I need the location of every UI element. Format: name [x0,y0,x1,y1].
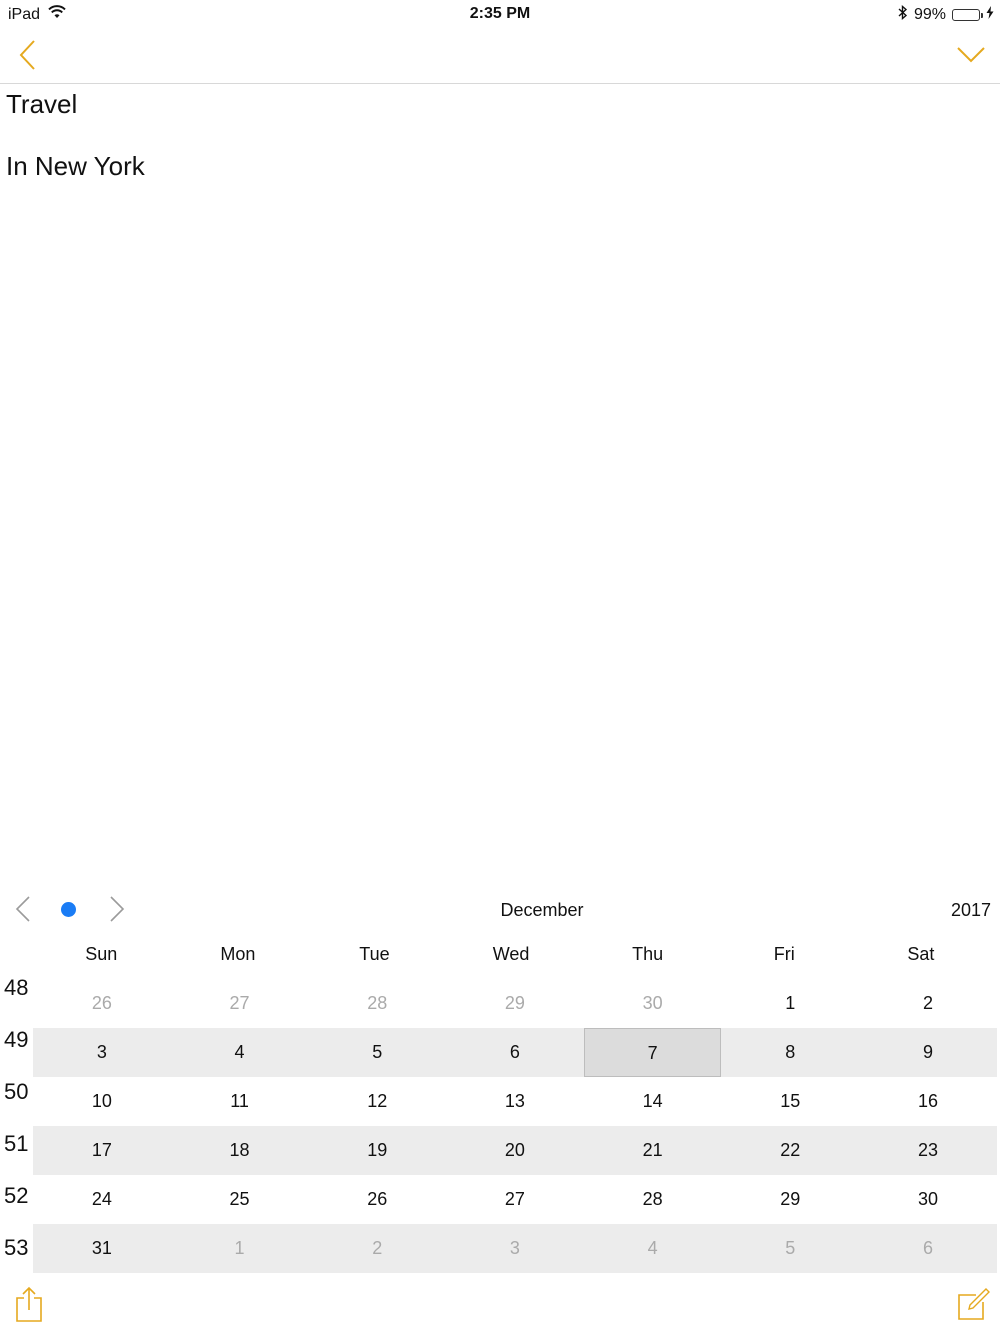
weekday-label: Fri [773,944,795,964]
day-cell[interactable]: 22 [721,1126,859,1175]
day-cell[interactable]: 19 [308,1126,446,1175]
day-cell[interactable]: 6 [859,1224,997,1273]
selected-day-cell[interactable]: 7 [583,1028,722,1077]
day-cell[interactable]: 30 [584,979,722,1028]
day-cell[interactable]: 3 [33,1028,171,1077]
calendar-week-row: 24 25 26 27 28 29 30 [33,1175,997,1224]
back-button[interactable] [14,38,44,72]
day-cell[interactable]: 12 [308,1077,446,1126]
week-number: 51 [4,1131,29,1156]
week-number: 48 [4,975,29,1000]
day-cell[interactable]: 8 [721,1028,859,1077]
battery-percent: 99% [913,6,946,23]
chevron-right-icon [110,896,125,922]
share-button[interactable] [14,1286,44,1324]
day-cell[interactable]: 11 [171,1077,309,1126]
day-cell[interactable]: 30 [859,1175,997,1224]
day-cell[interactable]: 28 [308,979,446,1028]
week-number: 50 [4,1079,29,1104]
day-cell[interactable]: 3 [446,1224,584,1273]
calendar-year: 2017 [950,900,991,920]
dismiss-keyboard-button[interactable] [956,42,986,68]
week-number: 52 [4,1183,29,1208]
day-cell[interactable]: 29 [721,1175,859,1224]
day-cell[interactable]: 4 [584,1224,722,1273]
day-cell[interactable]: 5 [308,1028,446,1077]
calendar-week-row: 10 11 12 13 14 15 16 [33,1077,997,1126]
status-right: 99% [898,4,994,25]
weekday-label: Sun [85,944,118,964]
day-cell[interactable]: 26 [33,979,171,1028]
week-number: 53 [4,1235,29,1260]
charging-icon [986,6,994,24]
day-cell[interactable]: 1 [721,979,859,1028]
weekday-label: Thu [632,944,664,964]
day-cell[interactable]: 26 [308,1175,446,1224]
weekday-label: Wed [492,944,530,964]
status-time: 2:35 PM [469,5,531,22]
status-bar: iPad 2:35 PM 99% [0,0,1000,28]
day-cell[interactable]: 20 [446,1126,584,1175]
previous-month-button[interactable] [12,895,36,923]
day-cell[interactable]: 2 [859,979,997,1028]
battery-icon [952,9,983,21]
compose-button[interactable] [956,1288,990,1322]
weekday-header: Sun Mon Tue Wed Thu Fri Sat [33,944,997,968]
bluetooth-icon [898,4,908,25]
battery-cap [981,13,983,18]
day-cell[interactable]: 16 [859,1077,997,1126]
day-cell[interactable]: 1 [171,1224,309,1273]
chevron-left-icon [19,40,35,70]
day-cell[interactable]: 15 [721,1077,859,1126]
day-cell[interactable]: 6 [446,1028,584,1077]
day-cell[interactable]: 27 [446,1175,584,1224]
calendar-week-row: 26 27 28 29 30 1 2 [33,979,997,1028]
calendar-grid: 26 27 28 29 30 1 2 3 4 5 6 7 8 9 10 11 12 13 14 15 16 17 18 19 2… [33,979,997,1273]
nav-bar [0,28,1000,84]
note-body[interactable]: In New York [6,151,145,182]
calendar-month: December [500,900,584,920]
day-cell[interactable]: 18 [171,1126,309,1175]
share-icon [16,1286,42,1322]
day-cell[interactable]: 28 [584,1175,722,1224]
chevron-left-icon [15,896,30,922]
compose-icon [958,1288,990,1320]
day-cell[interactable]: 25 [171,1175,309,1224]
page: iPad 2:35 PM 99% Travel In New York Dece… [0,0,1000,1334]
weekday-label: Mon [220,944,256,964]
day-cell[interactable]: 17 [33,1126,171,1175]
weekday-label: Sat [907,944,935,964]
today-button[interactable] [61,902,76,917]
day-cell[interactable]: 21 [584,1126,722,1175]
day-cell[interactable]: 13 [446,1077,584,1126]
note-title[interactable]: Travel [6,89,77,120]
weekday-label: Tue [359,944,390,964]
day-cell[interactable]: 23 [859,1126,997,1175]
day-cell[interactable]: 2 [308,1224,446,1273]
calendar-week-row: 17 18 19 20 21 22 23 [33,1126,997,1175]
day-cell[interactable]: 4 [171,1028,309,1077]
chevron-down-icon [957,47,985,63]
week-number-column: 48 49 50 51 52 53 [4,975,34,1287]
day-cell[interactable]: 27 [171,979,309,1028]
calendar-week-row: 3456789 [33,1028,997,1077]
day-cell[interactable]: 31 [33,1224,171,1273]
next-month-button[interactable] [104,895,128,923]
day-cell[interactable]: 29 [446,979,584,1028]
day-cell[interactable]: 5 [721,1224,859,1273]
day-cell[interactable]: 10 [33,1077,171,1126]
calendar-week-row: 31 1 2 3 4 5 6 [33,1224,997,1273]
day-cell[interactable]: 24 [33,1175,171,1224]
day-cell[interactable]: 14 [584,1077,722,1126]
day-cell[interactable]: 9 [859,1028,997,1077]
week-number: 49 [4,1027,29,1052]
